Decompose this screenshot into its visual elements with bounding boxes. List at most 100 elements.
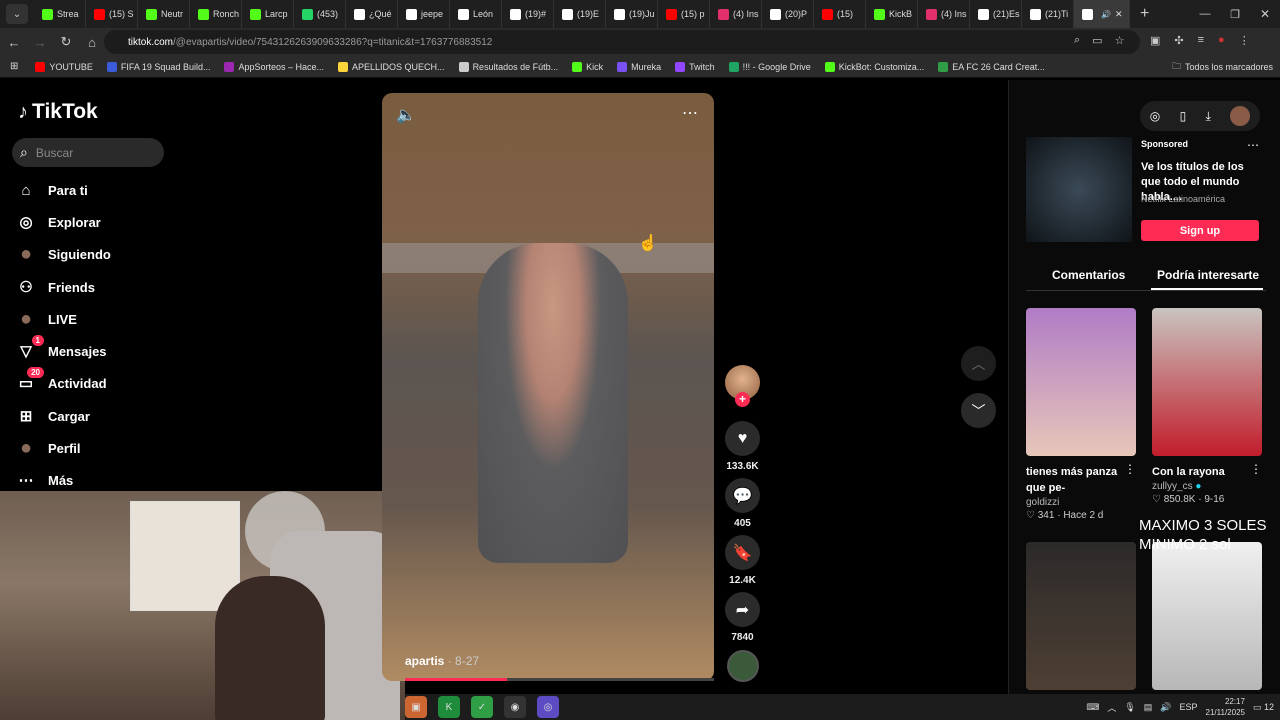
- clock[interactable]: 22:17 21/11/2025: [1206, 696, 1245, 718]
- restore-button[interactable]: ❐: [1220, 8, 1250, 21]
- network-icon[interactable]: ▤: [1144, 702, 1153, 713]
- sound-disc-icon[interactable]: [727, 650, 759, 682]
- browser-tab[interactable]: (4) Ins: [918, 0, 970, 28]
- search-box[interactable]: ⌕: [12, 138, 164, 167]
- bookmark-item[interactable]: Twitch: [668, 61, 722, 72]
- sidebar-item-ms[interactable]: ⋯ Más: [16, 466, 74, 494]
- video-author[interactable]: apartis: [405, 654, 444, 668]
- share-icon[interactable]: ➦: [725, 592, 760, 627]
- browser-tab[interactable]: (19)#: [502, 0, 554, 28]
- browser-tab[interactable]: jeepe: [398, 0, 450, 28]
- share-action[interactable]: ➦ 7840: [725, 592, 760, 643]
- download-icon[interactable]: ⤓: [1206, 109, 1211, 124]
- sidebar-item-cargar[interactable]: ⊞ Cargar: [16, 402, 90, 430]
- bookmark-item[interactable]: APELLIDOS QUECH...: [331, 61, 452, 72]
- home-button[interactable]: ⌂: [80, 30, 104, 54]
- video-author-line[interactable]: apartis · 8-27: [405, 654, 479, 668]
- bookmark-item[interactable]: AppSorteos – Hace...: [217, 61, 331, 72]
- suggested-thumbnail[interactable]: [1026, 308, 1136, 456]
- speaker-icon[interactable]: 🔊: [1160, 702, 1171, 713]
- sidebar-item-parati[interactable]: ⌂ Para ti: [16, 176, 87, 204]
- browser-tab[interactable]: (15): [814, 0, 866, 28]
- back-button[interactable]: ←: [2, 30, 26, 54]
- kick-app-icon[interactable]: K: [438, 696, 460, 718]
- suggested-card[interactable]: [1026, 542, 1136, 690]
- browser-tab[interactable]: (21)Ti: [1022, 0, 1074, 28]
- bookmark-item[interactable]: !!! - Google Drive: [722, 61, 818, 72]
- zoom-icon[interactable]: ⌕: [1074, 34, 1080, 47]
- browser-tab[interactable]: (453): [294, 0, 346, 28]
- mic-icon[interactable]: 🎙: [1124, 702, 1135, 713]
- browser-tab[interactable]: (20)P: [762, 0, 814, 28]
- video-player[interactable]: 🔈 ⋯: [382, 93, 714, 681]
- sidebar-item-explorar[interactable]: ◎ Explorar: [16, 208, 100, 236]
- sidebar-item-friends[interactable]: ⚇ Friends: [16, 273, 95, 301]
- heart-icon[interactable]: ♥: [725, 421, 760, 456]
- bookmark-item[interactable]: EA FC 26 Card Creat...: [931, 61, 1052, 72]
- like-action[interactable]: ♥ 133.6K: [725, 421, 760, 472]
- obs-app-icon[interactable]: ◉: [504, 696, 526, 718]
- device-icon[interactable]: ▯: [1180, 109, 1187, 123]
- suggested-thumbnail[interactable]: [1152, 308, 1262, 456]
- browser-tab[interactable]: ¿Qué: [346, 0, 398, 28]
- bookmark-star-icon[interactable]: ☆: [1115, 34, 1125, 47]
- bookmark-item[interactable]: YOUTUBE: [28, 61, 100, 72]
- keyboard-icon[interactable]: ⌨: [1086, 702, 1099, 713]
- save-action[interactable]: 🔖 12.4K: [725, 535, 760, 586]
- sidebar-item-siguiendo[interactable]: ● Siguiendo: [16, 240, 111, 268]
- comment-action[interactable]: 💬 405: [725, 478, 760, 529]
- extension-icon[interactable]: ▣: [1150, 34, 1160, 47]
- follow-plus-button[interactable]: +: [735, 392, 750, 407]
- suggested-card[interactable]: Con la rayona zullyy_cs ● ♡ 850.8K · 9-1…: [1152, 308, 1262, 505]
- tab-search-button[interactable]: ⌄: [6, 4, 28, 24]
- suggested-thumbnail[interactable]: [1152, 542, 1262, 690]
- explore-icon[interactable]: ◎: [1150, 109, 1160, 123]
- comment-icon[interactable]: 💬: [725, 478, 760, 513]
- suggested-user[interactable]: zullyy_cs: [1152, 481, 1193, 492]
- ad-thumbnail[interactable]: [1026, 137, 1132, 242]
- new-tab-button[interactable]: +: [1140, 5, 1149, 23]
- bookmark-icon[interactable]: 🔖: [725, 535, 760, 570]
- browser-tab[interactable]: León: [450, 0, 502, 28]
- video-progress-bar[interactable]: [405, 678, 714, 681]
- tiktok-logo[interactable]: ♪ TikTok: [18, 100, 98, 124]
- minimize-button[interactable]: —: [1190, 8, 1220, 20]
- tab-comments[interactable]: Comentarios: [1052, 268, 1125, 282]
- browser-tab[interactable]: KickB: [866, 0, 918, 28]
- sidebar-item-live[interactable]: ● LIVE: [16, 305, 77, 333]
- profile-icon[interactable]: ●: [1218, 34, 1225, 47]
- suggested-card[interactable]: [1152, 542, 1262, 690]
- chrome-app-icon[interactable]: ◎: [537, 696, 559, 718]
- tray-chevron-icon[interactable]: ︿: [1107, 701, 1116, 714]
- notification-icon[interactable]: ▭ 12: [1253, 702, 1274, 713]
- suggested-user-row[interactable]: zullyy_cs ●: [1152, 481, 1262, 492]
- reload-button[interactable]: ↻: [54, 30, 78, 54]
- tab-suggested[interactable]: Podría interesarte: [1157, 268, 1259, 282]
- previous-video-button[interactable]: ︿: [961, 346, 996, 381]
- browser-tab[interactable]: (19)Ju: [606, 0, 658, 28]
- ad-more-icon[interactable]: ⋯: [1247, 138, 1259, 152]
- card-more-icon[interactable]: ⋮: [1124, 462, 1136, 476]
- browser-tab[interactable]: Ronch: [190, 0, 242, 28]
- suggested-title[interactable]: Con la rayona: [1152, 464, 1250, 480]
- cast-icon[interactable]: ▭: [1092, 34, 1102, 47]
- media-control-icon[interactable]: ≡: [1198, 34, 1204, 47]
- close-window-button[interactable]: ✕: [1250, 7, 1280, 21]
- apps-icon[interactable]: ⊞: [0, 61, 28, 72]
- next-video-button[interactable]: ﹀: [961, 393, 996, 428]
- bookmark-item[interactable]: FIFA 19 Squad Build...: [100, 61, 218, 72]
- volume-icon[interactable]: 🔈: [396, 105, 416, 125]
- video-more-icon[interactable]: ⋯: [682, 103, 698, 123]
- suggested-user[interactable]: goldizzi: [1026, 497, 1136, 508]
- browser-tab[interactable]: Neutr: [138, 0, 190, 28]
- signup-button[interactable]: Sign up: [1141, 220, 1259, 241]
- card-more-icon[interactable]: ⋮: [1250, 462, 1262, 476]
- extensions-puzzle-icon[interactable]: ✣: [1174, 34, 1183, 47]
- green-app-icon[interactable]: ✓: [471, 696, 493, 718]
- user-avatar[interactable]: [1230, 106, 1251, 126]
- browser-tab[interactable]: 🔊 ✕: [1074, 0, 1130, 28]
- url-field[interactable]: tiktok.com/@evapartis/video/754312626390…: [104, 30, 1140, 54]
- tab-audio-icon[interactable]: 🔊: [1101, 10, 1111, 19]
- bookmark-item[interactable]: Resultados de Fútb...: [452, 61, 566, 72]
- suggested-thumbnail[interactable]: [1026, 542, 1136, 690]
